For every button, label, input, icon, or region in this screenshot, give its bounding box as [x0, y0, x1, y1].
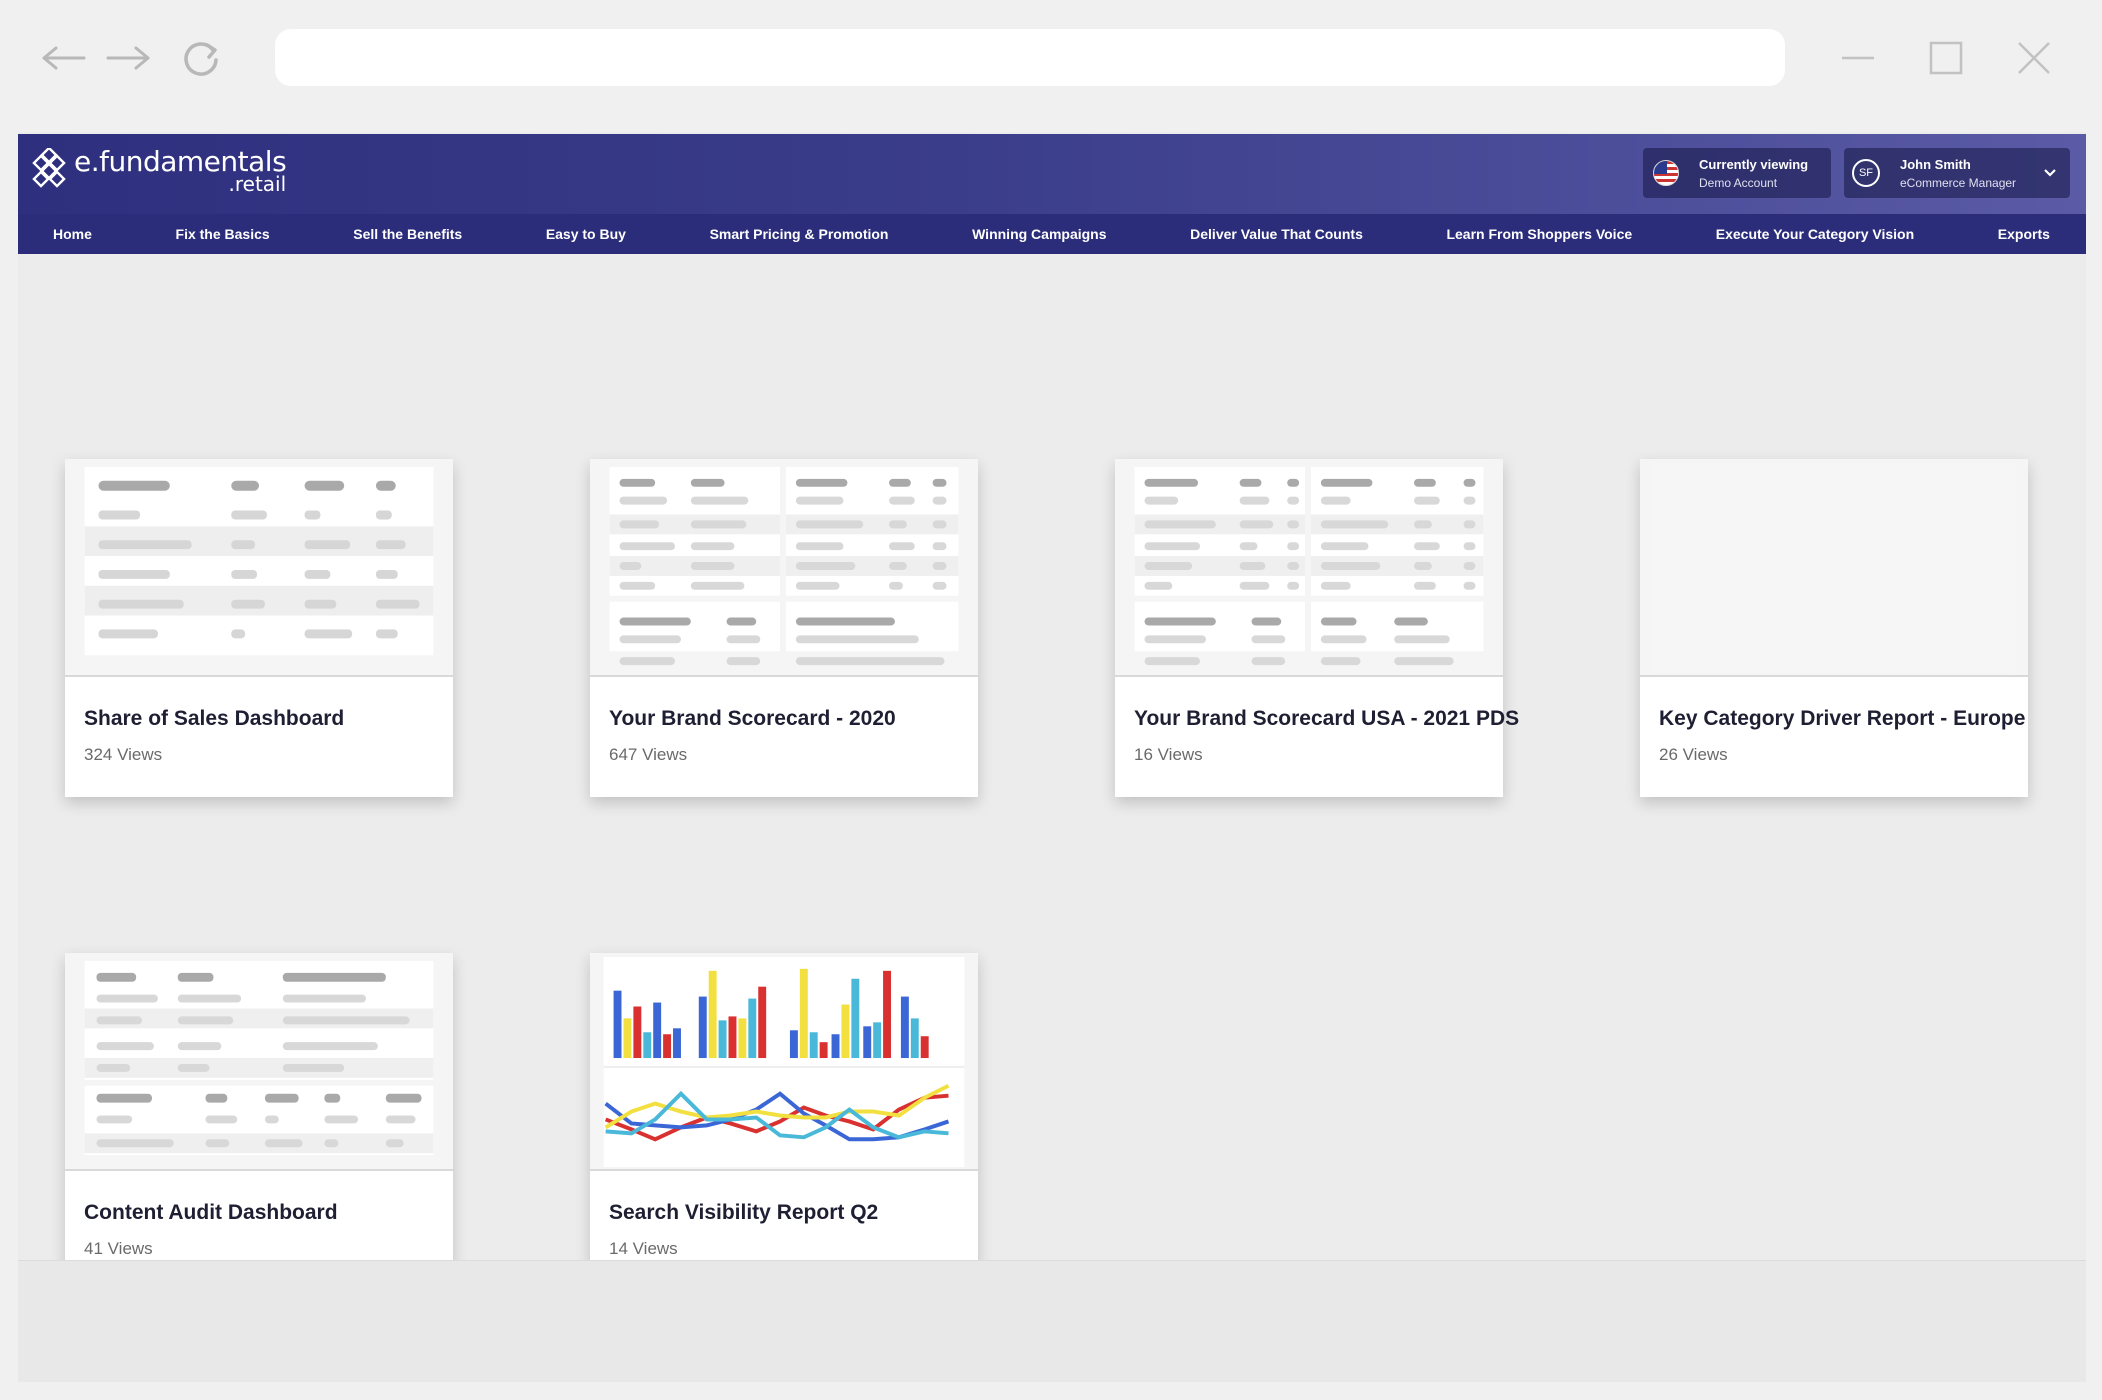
viewing-title: Currently viewing	[1699, 156, 1809, 172]
app-header: e.fundamentals .retail Currently viewing…	[18, 134, 2086, 214]
account-switcher[interactable]: Currently viewing Demo Account	[1643, 148, 1831, 198]
arrow-left-icon[interactable]	[38, 36, 88, 80]
report-card[interactable]: Content Audit Dashboard 41 Views	[65, 953, 453, 1291]
card-views: 647 Views	[609, 745, 688, 764]
minimize-icon[interactable]	[1838, 38, 1878, 78]
report-thumbnail	[1115, 459, 1503, 677]
menu-item-exports[interactable]: Exports	[1998, 226, 2050, 242]
menu-item-shoppers-voice[interactable]: Learn From Shoppers Voice	[1446, 226, 1632, 242]
us-flag-icon	[1653, 160, 1679, 186]
browser-chrome	[0, 0, 2102, 118]
arrow-right-icon[interactable]	[104, 36, 154, 80]
menu-item-home[interactable]: Home	[53, 226, 92, 242]
report-thumbnail	[65, 459, 453, 677]
page-footer-area	[18, 1260, 2086, 1382]
report-grid: Share of Sales Dashboard 324 Views Your …	[18, 254, 2086, 1291]
card-views: 324 Views	[84, 745, 163, 764]
report-thumbnail	[590, 459, 978, 677]
menu-item-smart-pricing[interactable]: Smart Pricing & Promotion	[710, 226, 889, 242]
report-card[interactable]: Search Visibility Report Q2 14 Views	[590, 953, 978, 1291]
card-title: Your Brand Scorecard - 2020	[609, 707, 896, 730]
card-title: Content Audit Dashboard	[84, 1201, 338, 1224]
menu-item-deliver-value[interactable]: Deliver Value That Counts	[1190, 226, 1363, 242]
address-bar[interactable]	[275, 29, 1785, 86]
menu-item-fix-basics[interactable]: Fix the Basics	[176, 226, 270, 242]
card-title: Search Visibility Report Q2	[609, 1201, 879, 1224]
main-menu: Home Fix the Basics Sell the Benefits Ea…	[18, 214, 2086, 254]
report-card[interactable]: Your Brand Scorecard - 2020 647 Views	[590, 459, 978, 797]
user-role: eCommerce Manager	[1900, 175, 2017, 190]
card-views: 41 Views	[84, 1239, 153, 1258]
card-title: Your Brand Scorecard USA - 2021 PDS	[1134, 707, 1520, 730]
maximize-icon[interactable]	[1926, 38, 1966, 78]
report-thumbnail	[1640, 459, 2028, 677]
menu-item-sell-benefits[interactable]: Sell the Benefits	[353, 226, 462, 242]
app-viewport: e.fundamentals .retail Currently viewing…	[18, 132, 2086, 1382]
brand-logo[interactable]: e.fundamentals .retail	[30, 148, 287, 194]
card-title: Share of Sales Dashboard	[84, 707, 345, 730]
menu-item-easy-to-buy[interactable]: Easy to Buy	[546, 226, 626, 242]
report-thumbnail	[65, 953, 453, 1171]
user-menu[interactable]: SF John Smith eCommerce Manager	[1844, 148, 2070, 198]
report-card[interactable]: Share of Sales Dashboard 324 Views	[65, 459, 453, 797]
chevron-down-icon[interactable]	[2042, 165, 2058, 181]
report-thumbnail	[590, 953, 978, 1171]
menu-item-category-vision[interactable]: Execute Your Category Vision	[1716, 226, 1914, 242]
card-views: 14 Views	[609, 1239, 678, 1258]
menu-item-winning-campaigns[interactable]: Winning Campaigns	[972, 226, 1106, 242]
avatar: SF	[1852, 159, 1880, 187]
user-name: John Smith	[1900, 156, 1971, 172]
card-title: Key Category Driver Report - Europe	[1659, 707, 2026, 730]
viewing-account: Demo Account	[1699, 175, 1778, 190]
card-views: 26 Views	[1659, 745, 1728, 764]
report-card[interactable]: Your Brand Scorecard USA - 2021 PDS 16 V…	[1115, 459, 1519, 797]
reload-icon[interactable]	[176, 36, 226, 80]
card-views: 16 Views	[1134, 745, 1203, 764]
close-icon[interactable]	[2014, 38, 2054, 78]
report-card[interactable]: Key Category Driver Report - Europe 26 V…	[1640, 459, 2028, 797]
logo-mark-icon	[32, 148, 66, 188]
